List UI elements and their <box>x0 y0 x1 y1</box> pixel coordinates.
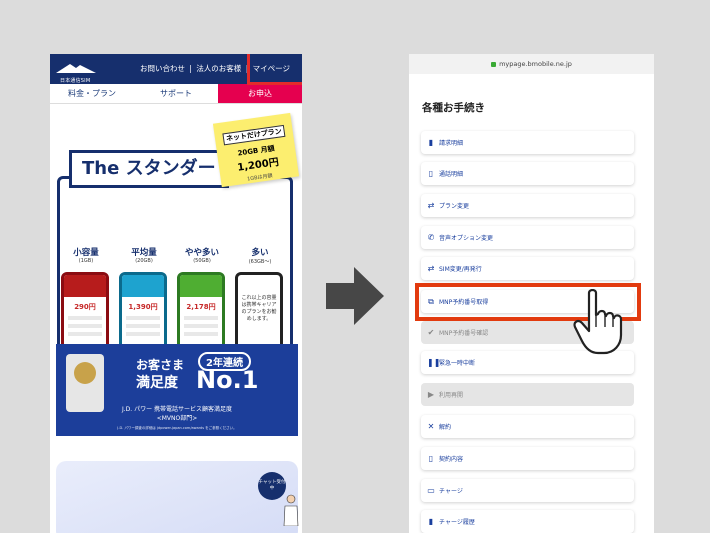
pointing-hand-icon <box>573 289 623 355</box>
menu-item-resume: ▶ 利用再開 <box>421 383 634 406</box>
award-caption: J.D. パワー 携帯電話サービス顧客満足度 <box>121 406 233 413</box>
battery-icon: ▭ <box>427 486 435 495</box>
document-outline-icon: ▯ <box>428 169 434 178</box>
separator: | <box>189 64 192 73</box>
note-gb: 20GB <box>237 146 259 158</box>
plan-name: やや多い <box>184 248 219 258</box>
menu-label: SIM変更/再発行 <box>439 266 482 273</box>
check-icon: ✔ <box>427 328 435 337</box>
menu-label: 音声オプション変更 <box>439 235 494 242</box>
menu-label: 通話明細 <box>439 171 464 178</box>
award-footnote: J.D. パワー調査の詳細は jdpower-japan.com/awards … <box>117 426 237 430</box>
website-screen: 日本通信SIM お問い合わせ | 法人のお客様 | マイページ 料金・プラン サ… <box>50 54 302 533</box>
company-logo[interactable]: 日本通信SIM <box>56 60 96 84</box>
pause-icon: ❚❚ <box>427 358 441 367</box>
swap-icon: ⇄ <box>427 264 435 273</box>
menu-item-plan-change[interactable]: ⇄ プラン変更 <box>421 194 634 217</box>
plan-price: 1,390円 <box>128 303 158 311</box>
menu-label: 緊急一時中断 <box>439 360 476 367</box>
site-header: 日本通信SIM お問い合わせ | 法人のお客様 | マイページ <box>50 54 302 85</box>
phone-header <box>64 275 106 297</box>
menu-item-cancel-contract[interactable]: ✕ 解約 <box>421 415 634 438</box>
swap-icon: ⇄ <box>427 201 435 210</box>
menu-item-contract-details[interactable]: ▯ 契約内容 <box>421 447 634 470</box>
menu-label: チャージ <box>439 488 463 495</box>
plan-gb: (20GB) <box>135 258 153 264</box>
phone-line <box>68 324 102 328</box>
mypage-screen: mypage.bmobile.ne.jp 各種お手続き ▮ 請求明細 ▯ 通話明… <box>409 54 654 533</box>
phone-line <box>126 316 160 320</box>
main-nav: 料金・プラン サポート お申込 <box>50 84 302 104</box>
phone-line <box>68 332 102 336</box>
menu-item-sim-change[interactable]: ⇄ SIM変更/再発行 <box>421 257 634 280</box>
promo-card[interactable] <box>56 461 298 533</box>
nav-tab-support[interactable]: サポート <box>134 84 218 103</box>
sticky-note: ネットだけプラン 20GB 月額 1,200円 1GBは月額 <box>212 112 300 188</box>
mypage-highlight-box <box>247 54 302 85</box>
menu-item-charge[interactable]: ▭ チャージ <box>421 479 634 502</box>
url-text: mypage.bmobile.ne.jp <box>499 60 572 68</box>
banner-title: The スタンダード <box>69 150 234 188</box>
menu-item-billing[interactable]: ▮ 請求明細 <box>421 131 634 154</box>
plan-gb: (50GB) <box>193 258 211 264</box>
plan-heading: やや多い (50GB) <box>175 246 229 264</box>
phone-header <box>122 275 164 297</box>
note-unit: 月額 <box>260 144 276 155</box>
play-icon: ▶ <box>427 390 435 399</box>
page-title: 各種お手続き <box>422 102 485 114</box>
menu-label: 利用再開 <box>439 392 464 399</box>
browser-url-bar[interactable]: mypage.bmobile.ne.jp <box>409 54 654 74</box>
menu-label: 解約 <box>439 424 452 431</box>
plan-name: 多い <box>251 248 269 258</box>
phone-line <box>126 332 160 336</box>
standard-plan-banner[interactable]: The スタンダード ネットだけプラン 20GB 月額 1,200円 1GBは月… <box>57 112 300 374</box>
plan-gb: (63GB〜) <box>248 259 272 265</box>
document-outline-icon: ▯ <box>428 454 434 463</box>
document-icon: ▮ <box>428 517 434 526</box>
plan-name: 平均量 <box>131 248 157 258</box>
plan-gb: (1GB) <box>78 258 94 264</box>
right-arrow-icon <box>326 267 384 325</box>
phone-line <box>184 332 218 336</box>
plan-note: これ以上の容量は携帯キャリアのプランをお勧めします。 <box>241 295 277 322</box>
mountain-logo-icon <box>56 64 96 73</box>
nav-tab-plans[interactable]: 料金・プラン <box>50 84 134 103</box>
logo-text: 日本通信SIM <box>60 78 91 84</box>
nav-tab-apply[interactable]: お申込 <box>218 84 302 103</box>
award-caption: <MVNO部門> <box>156 415 198 422</box>
document-icon: ▮ <box>428 138 434 147</box>
contact-link[interactable]: お問い合わせ <box>140 64 185 73</box>
plan-heading: 平均量 (20GB) <box>117 246 171 264</box>
plan-price: 2,178円 <box>186 303 216 311</box>
menu-label: MNP予約番号確認 <box>439 330 489 337</box>
menu-item-charge-history[interactable]: ▮ チャージ履歴 <box>421 510 634 533</box>
plan-heading: 多い (63GB〜) <box>233 246 287 265</box>
menu-label: チャージ履歴 <box>439 519 475 526</box>
phone-line <box>184 316 218 320</box>
award-line2: 満足度 <box>136 375 178 391</box>
award-banner[interactable]: お客さま 2年連続 満足度 No.1 J.D. パワー 携帯電話サービス顧客満足… <box>56 344 298 436</box>
corporate-link[interactable]: 法人のお客様 <box>196 64 241 73</box>
phone-header <box>180 275 222 297</box>
award-line1: お客さま <box>136 358 185 372</box>
person-icon <box>283 494 299 526</box>
menu-label: 請求明細 <box>439 140 464 147</box>
phone-line <box>126 324 160 328</box>
close-icon: ✕ <box>427 422 435 431</box>
plan-name: 小容量 <box>73 248 99 258</box>
menu-item-call-log[interactable]: ▯ 通話明細 <box>421 162 634 185</box>
phone-line <box>184 324 218 328</box>
phone-line <box>68 316 102 320</box>
lock-icon <box>491 61 497 67</box>
menu-label: 契約内容 <box>439 456 464 463</box>
menu-item-voice-option[interactable]: ✆ 音声オプション変更 <box>421 226 634 249</box>
phone-icon: ✆ <box>427 233 435 242</box>
plan-price: 290円 <box>74 303 96 311</box>
award-no1: No.1 <box>196 366 259 394</box>
plan-heading: 小容量 (1GB) <box>59 246 113 264</box>
menu-label: プラン変更 <box>439 203 470 210</box>
